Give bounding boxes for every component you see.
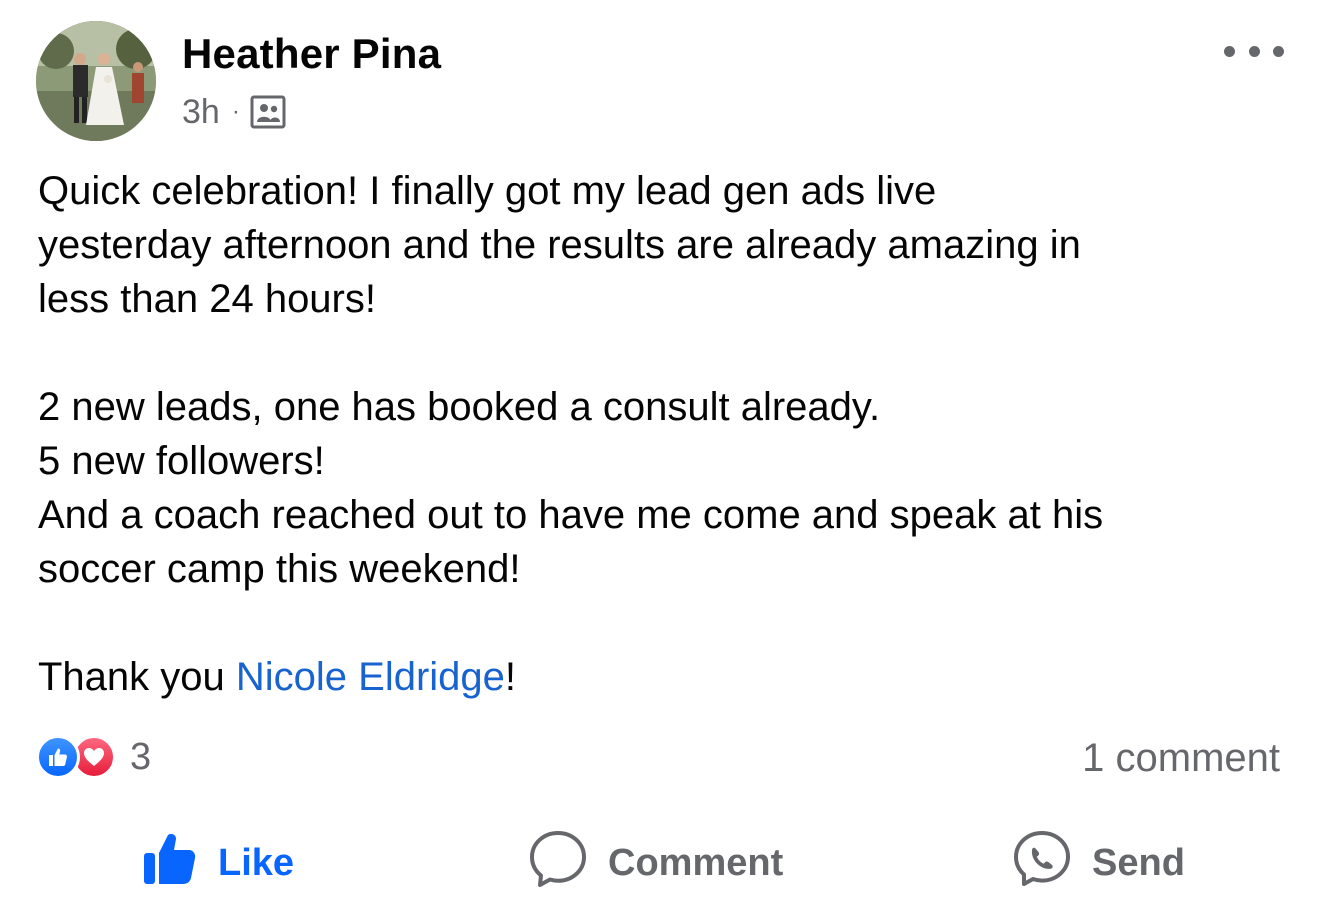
post-text-line: soccer camp this weekend! [38,547,521,591]
mention-link[interactable]: Nicole Eldridge [236,655,505,699]
thanks-suffix: ! [504,655,517,699]
comment-button[interactable]: Comment [528,830,783,896]
thumbs-up-icon [140,829,198,897]
post-text-line: And a coach reached out to have me come … [38,493,1104,537]
post-text-line: less than 24 hours! [38,277,376,321]
post-text: Quick celebration! I finally got my lead… [38,164,1288,704]
comment-bubble-icon [528,828,588,898]
like-button[interactable]: Like [140,830,294,896]
send-label: Send [1092,841,1185,884]
more-dot [1273,45,1284,57]
meta-separator: · [231,98,240,125]
post-text-line: Quick celebration! I finally got my lead… [38,169,937,213]
post-action-bar: Like Comment Send [0,830,1320,896]
post-timestamp[interactable]: 3h [182,93,220,132]
like-reaction-icon [36,735,80,779]
more-horizontal-icon[interactable] [1224,34,1284,68]
author-avatar[interactable] [36,21,156,141]
comment-label: Comment [608,841,784,884]
avatar-photo [36,21,156,141]
more-dot [1224,45,1235,57]
post-meta: 3h · [182,92,286,132]
like-label: Like [218,841,295,884]
post-text-line: 5 new followers! [38,439,325,483]
send-button[interactable]: Send [1012,830,1185,896]
messenger-icon [1012,828,1072,898]
reactions-summary[interactable]: 3 [36,734,151,780]
post-text-line: 2 new leads, one has booked a consult al… [38,385,881,429]
author-name[interactable]: Heather Pina [182,30,441,78]
friends-audience-icon[interactable] [250,95,286,129]
reaction-count: 3 [130,735,152,778]
comment-count-link[interactable]: 1 comment [1082,734,1280,782]
more-dot [1248,45,1260,57]
thanks-line: Thank you Nicole Eldridge! [38,650,1288,704]
post-text-line: yesterday afternoon and the results are … [38,223,1081,267]
thanks-prefix: Thank you [38,655,236,699]
